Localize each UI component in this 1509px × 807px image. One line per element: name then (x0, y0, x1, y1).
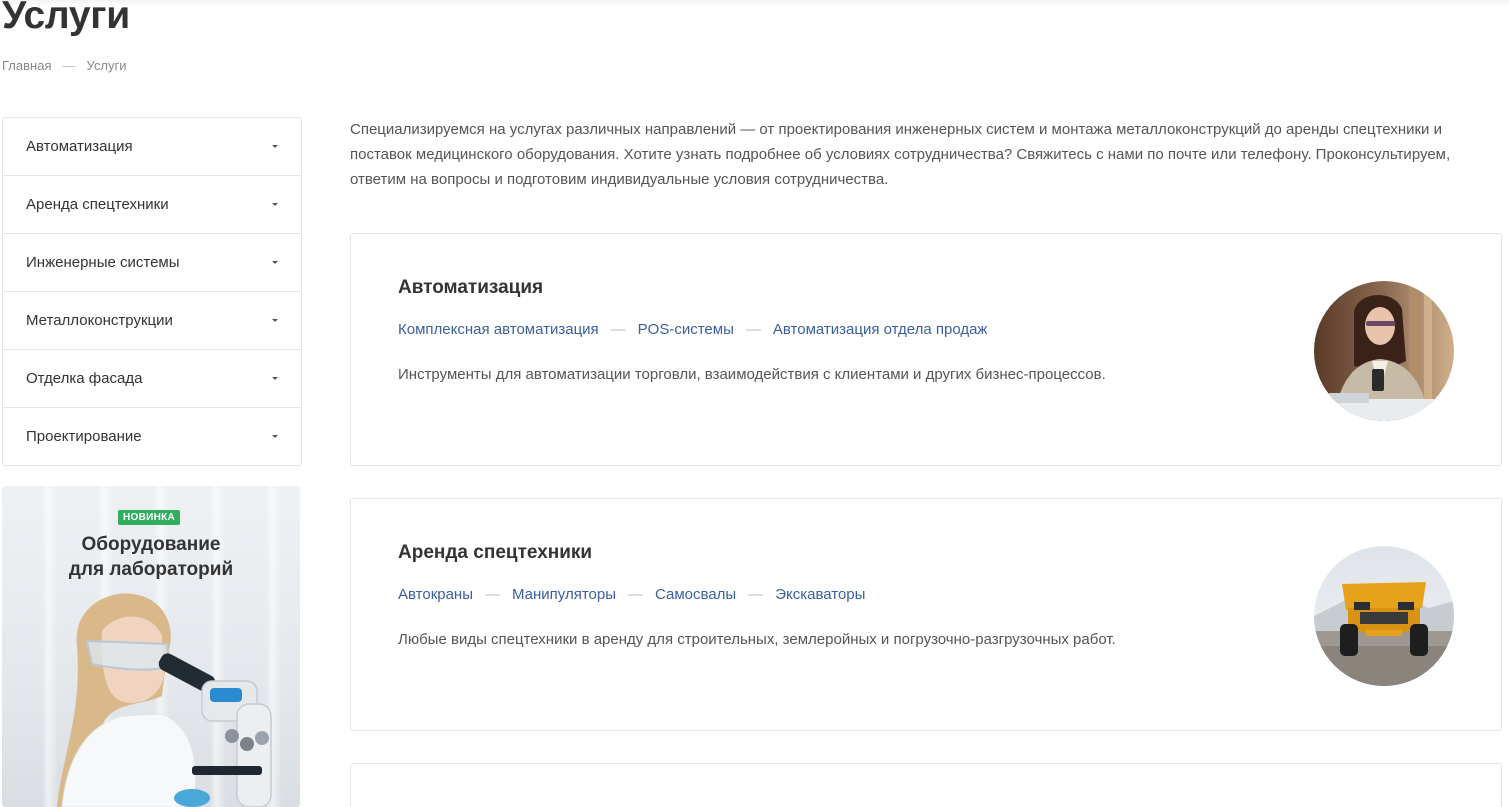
service-link[interactable]: Автоматизация отдела продаж (773, 321, 988, 338)
sidebar-item-automation[interactable]: Автоматизация (3, 118, 301, 176)
service-card-automation[interactable]: Автоматизация Комплексная автоматизация … (350, 233, 1502, 466)
sidebar-item-label: Отделка фасада (26, 370, 143, 387)
woman-with-coffee-photo[interactable] (1314, 281, 1454, 421)
service-link[interactable]: Автокраны (398, 586, 473, 603)
service-title[interactable]: Автоматизация (398, 277, 543, 299)
service-link[interactable]: Экскаваторы (775, 586, 865, 603)
link-separator: — (610, 321, 626, 338)
sidebar-item-label: Инженерные системы (26, 254, 180, 271)
service-card-equipment-rental[interactable]: Аренда спецтехники Автокраны — Манипулят… (350, 498, 1502, 731)
service-link[interactable]: Комплексная автоматизация (398, 321, 599, 338)
caret-down-icon[interactable] (272, 261, 278, 264)
link-separator: — (748, 586, 764, 603)
breadcrumb-separator: — (62, 58, 76, 73)
service-card-next[interactable] (350, 763, 1502, 807)
caret-down-icon[interactable] (272, 319, 278, 322)
link-separator: — (745, 321, 761, 338)
caret-down-icon[interactable] (272, 435, 278, 438)
sidebar-item-label: Автоматизация (26, 138, 133, 155)
caret-down-icon[interactable] (272, 145, 278, 148)
banner-title-line: для лабораторий (68, 559, 234, 580)
sidebar-item-label: Аренда спецтехники (26, 196, 169, 213)
page-title: Услуги (2, 0, 130, 37)
sidebar-item-engineering-systems[interactable]: Инженерные системы (3, 234, 301, 292)
promo-banner[interactable]: НОВИНКА Оборудование для лабораторий (2, 486, 300, 807)
banner-title: Оборудование для лабораторий (2, 532, 300, 582)
service-link[interactable]: Манипуляторы (512, 586, 616, 603)
service-description: Любые виды спецтехники в аренду для стро… (398, 631, 1116, 648)
sidebar-item-facade[interactable]: Отделка фасада (3, 350, 301, 408)
service-link[interactable]: POS-системы (638, 321, 734, 338)
sidebar-menu: Автоматизация Аренда спецтехники Инженер… (2, 117, 302, 466)
dump-truck-photo[interactable] (1314, 546, 1454, 686)
link-separator: — (485, 586, 500, 603)
new-badge: НОВИНКА (118, 510, 181, 525)
caret-down-icon[interactable] (272, 203, 278, 206)
link-separator: — (628, 586, 644, 603)
banner-title-line: Оборудование (81, 534, 221, 555)
sidebar-item-design[interactable]: Проектирование (3, 408, 301, 465)
breadcrumb-home-link[interactable]: Главная (2, 58, 51, 73)
sidebar-item-metal-structures[interactable]: Металлоконструкции (3, 292, 301, 350)
service-description: Инструменты для автоматизации торговли, … (398, 366, 1106, 383)
header-shadow (0, 0, 1509, 6)
sidebar-item-label: Проектирование (26, 428, 142, 445)
service-link[interactable]: Самосвалы (655, 586, 736, 603)
sidebar-item-label: Металлоконструкции (26, 312, 173, 329)
breadcrumb: Главная — Услуги (2, 58, 126, 73)
service-title[interactable]: Аренда спецтехники (398, 542, 592, 564)
breadcrumb-current: Услуги (86, 58, 127, 73)
service-subcategory-links: Комплексная автоматизация — POS-системы … (398, 321, 987, 338)
caret-down-icon[interactable] (272, 377, 278, 380)
sidebar-item-equipment-rental[interactable]: Аренда спецтехники (3, 176, 301, 234)
intro-text: Специализируемся на услугах различных на… (350, 121, 1451, 188)
lab-scientist-illustration (57, 593, 272, 807)
service-subcategory-links: Автокраны — Манипуляторы — Самосвалы — Э… (398, 586, 865, 603)
